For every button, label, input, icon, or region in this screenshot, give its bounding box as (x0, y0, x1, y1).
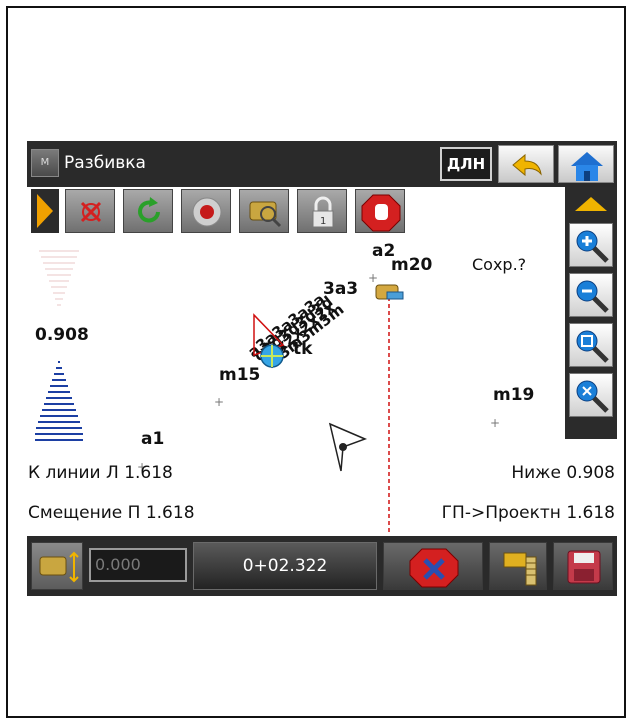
point-marker-m15: + (214, 395, 224, 409)
menu-button[interactable]: M (31, 149, 59, 177)
point-label-cluster: 3a3 (323, 279, 359, 299)
title-bar: M Разбивка ДЛН (27, 141, 617, 187)
refresh-icon (138, 197, 160, 223)
point-marker-m19: + (490, 416, 500, 430)
to-line-info: К линии Л 1.618 (28, 463, 173, 483)
target-cross-icon (80, 201, 102, 223)
gp-project-info: ГП->Проектн 1.618 (441, 503, 615, 523)
target-cancel-button[interactable] (65, 189, 115, 233)
lock-icon: 1 (312, 196, 334, 228)
point-label-m19: m19 (493, 385, 535, 405)
save-prompt[interactable]: Сохр.? (472, 255, 526, 274)
bottom-bar: 0.000 0+02.322 (27, 536, 617, 596)
height-value: 0.908 (35, 325, 89, 345)
home-icon (571, 152, 603, 181)
measure-button[interactable] (489, 542, 547, 590)
cut-fill-down-indicator (35, 361, 83, 441)
point-label-m20: m20 (391, 255, 433, 275)
lock-button[interactable]: 1 (297, 189, 347, 233)
collapse-button[interactable] (569, 189, 613, 219)
window-title: Разбивка (64, 153, 146, 173)
cut-fill-up-indicator (39, 250, 79, 306)
point-cluster: x2x2x2x2x o3d3d3d3d m3m3m3m a3a3a3a3a (244, 290, 347, 372)
prism-height-button[interactable] (31, 542, 83, 590)
point-label-a1: a1 (141, 429, 165, 449)
offset-info: Смещение П 1.618 (28, 503, 195, 523)
stakeout-map[interactable]: + + + + + x2x2x2x2x o3d3d3d3d m3m3m3m a3… (27, 235, 617, 535)
refresh-button[interactable] (123, 189, 173, 233)
below-info: Ниже 0.908 (511, 463, 615, 483)
prism-search-icon (249, 201, 282, 228)
save-button[interactable] (553, 542, 613, 590)
prism-icon (375, 284, 404, 300)
up-triangle-icon (575, 197, 607, 211)
stakeout-screen: M Разбивка ДЛН 1 + + + + x2x2x2x2x o3d3d… (27, 141, 617, 596)
point-marker-a2: + (368, 271, 378, 285)
tool-bar: 1 (27, 187, 407, 235)
measure-tape-icon (503, 552, 537, 586)
stop-button[interactable] (355, 189, 405, 233)
cancel-icon (409, 548, 459, 588)
prism-height-icon (39, 551, 79, 583)
record-button[interactable] (181, 189, 231, 233)
play-arrow-icon (37, 194, 53, 228)
svg-text:1: 1 (320, 216, 326, 227)
back-button[interactable] (498, 145, 554, 183)
point-label-tk: tk (293, 339, 313, 359)
station-display[interactable]: 0+02.322 (193, 542, 377, 590)
record-icon (192, 197, 222, 227)
height-input[interactable]: 0.000 (89, 548, 187, 582)
prism-search-button[interactable] (239, 189, 289, 233)
point-label-m15: m15 (219, 365, 261, 385)
stop-hand-icon (361, 194, 401, 232)
home-button[interactable] (558, 145, 614, 183)
back-arrow-icon (512, 153, 542, 177)
dln-button[interactable]: ДЛН (440, 147, 492, 181)
current-target-icon (260, 344, 284, 368)
cancel-button[interactable] (383, 542, 483, 590)
play-button[interactable] (31, 189, 59, 233)
observer-position-icon (328, 422, 368, 472)
save-floppy-icon (567, 550, 601, 584)
